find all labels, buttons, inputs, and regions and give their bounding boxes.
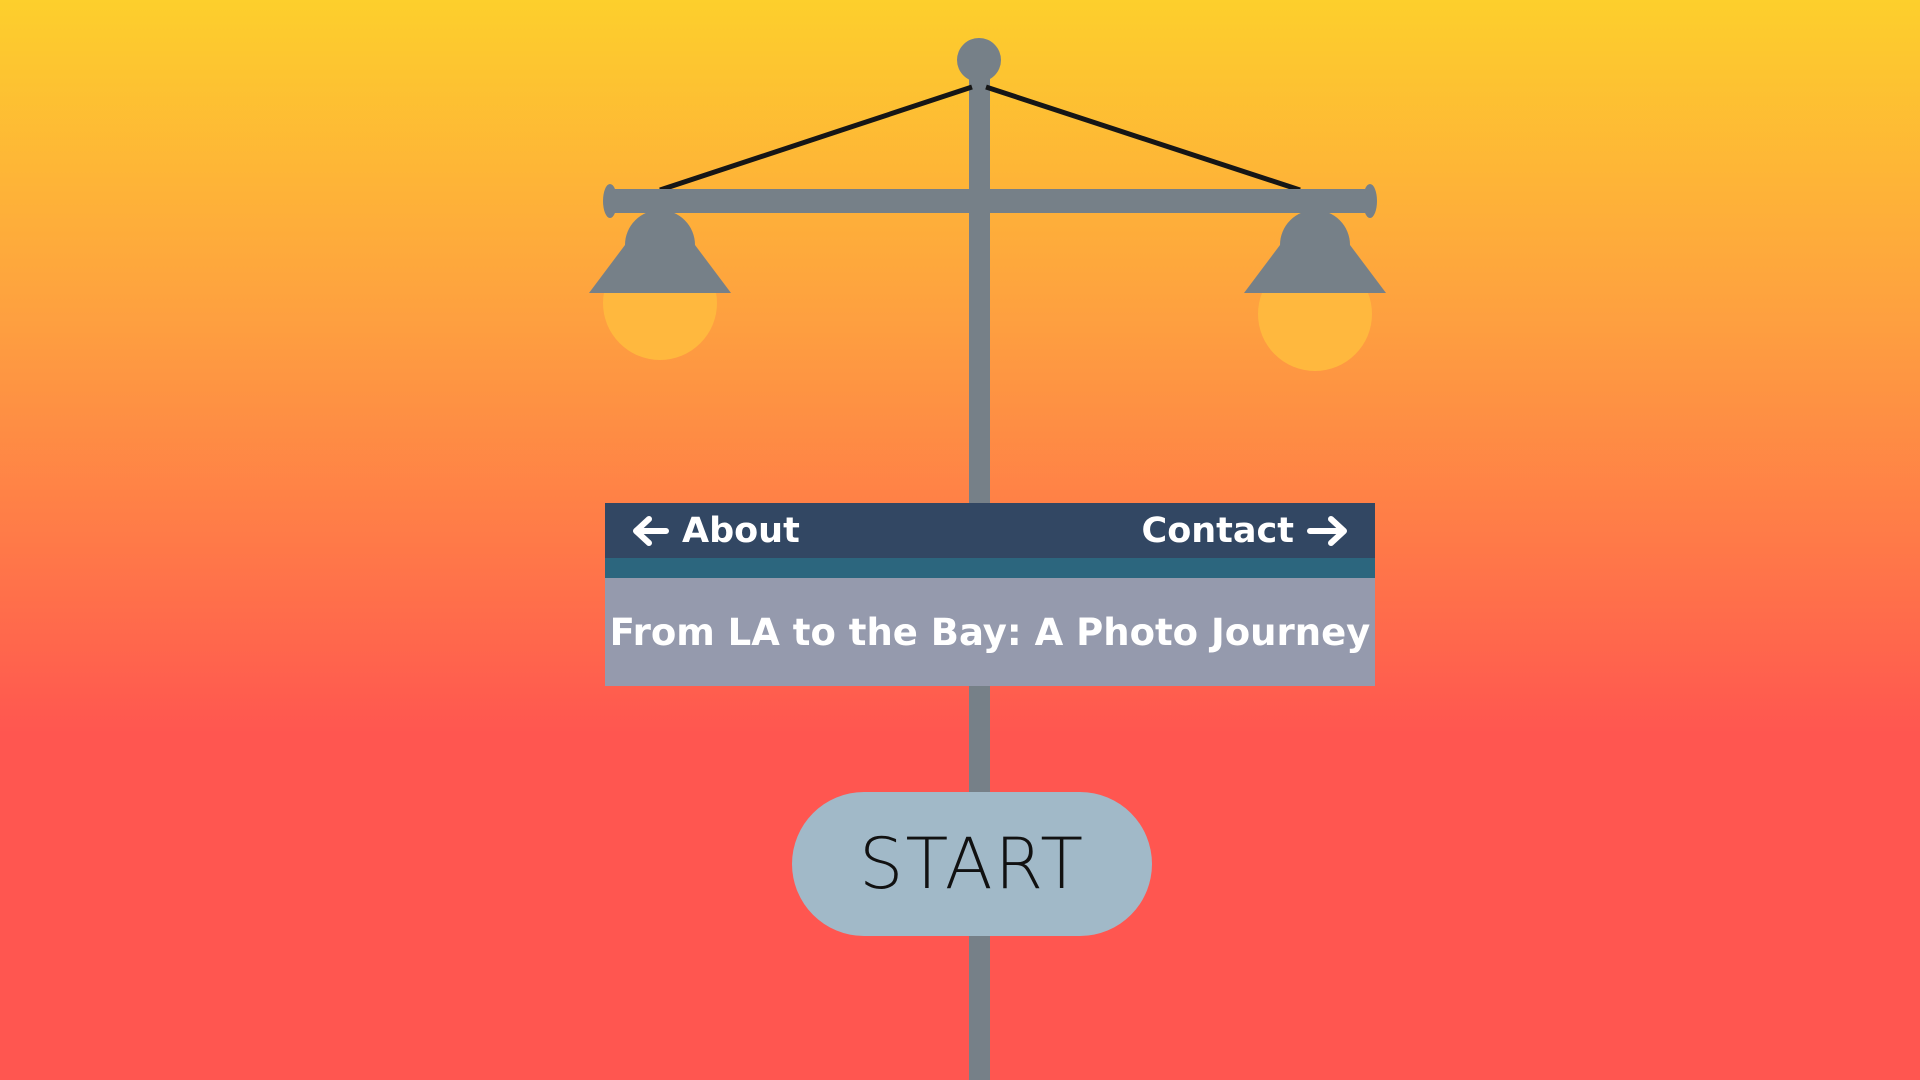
support-wire-right <box>985 84 1301 193</box>
arrow-left-icon <box>630 514 670 548</box>
crossbar-end-right <box>1363 184 1377 218</box>
support-wire-left <box>659 84 973 193</box>
start-button[interactable]: START <box>792 792 1152 936</box>
sign-stripe <box>605 558 1375 578</box>
page-background: About Contact From LA to the Bay: A Phot… <box>0 0 1920 1080</box>
lamp-left <box>589 210 731 360</box>
pole-finial <box>957 38 1001 82</box>
crossbar-end-left <box>603 184 617 218</box>
page-title: From LA to the Bay: A Photo Journey <box>605 578 1375 686</box>
street-sign: About Contact From LA to the Bay: A Phot… <box>605 503 1375 686</box>
sign-nav-bar: About Contact <box>605 503 1375 558</box>
contact-link[interactable]: Contact <box>1142 511 1350 551</box>
lamp-shade-right <box>1244 245 1386 293</box>
about-link[interactable]: About <box>630 511 800 551</box>
lamp-right <box>1244 210 1386 371</box>
about-label: About <box>682 510 800 551</box>
lamp-crossbar <box>608 189 1372 213</box>
arrow-right-icon <box>1306 514 1350 548</box>
lamp-shade-left <box>589 245 731 293</box>
contact-label: Contact <box>1141 510 1294 551</box>
